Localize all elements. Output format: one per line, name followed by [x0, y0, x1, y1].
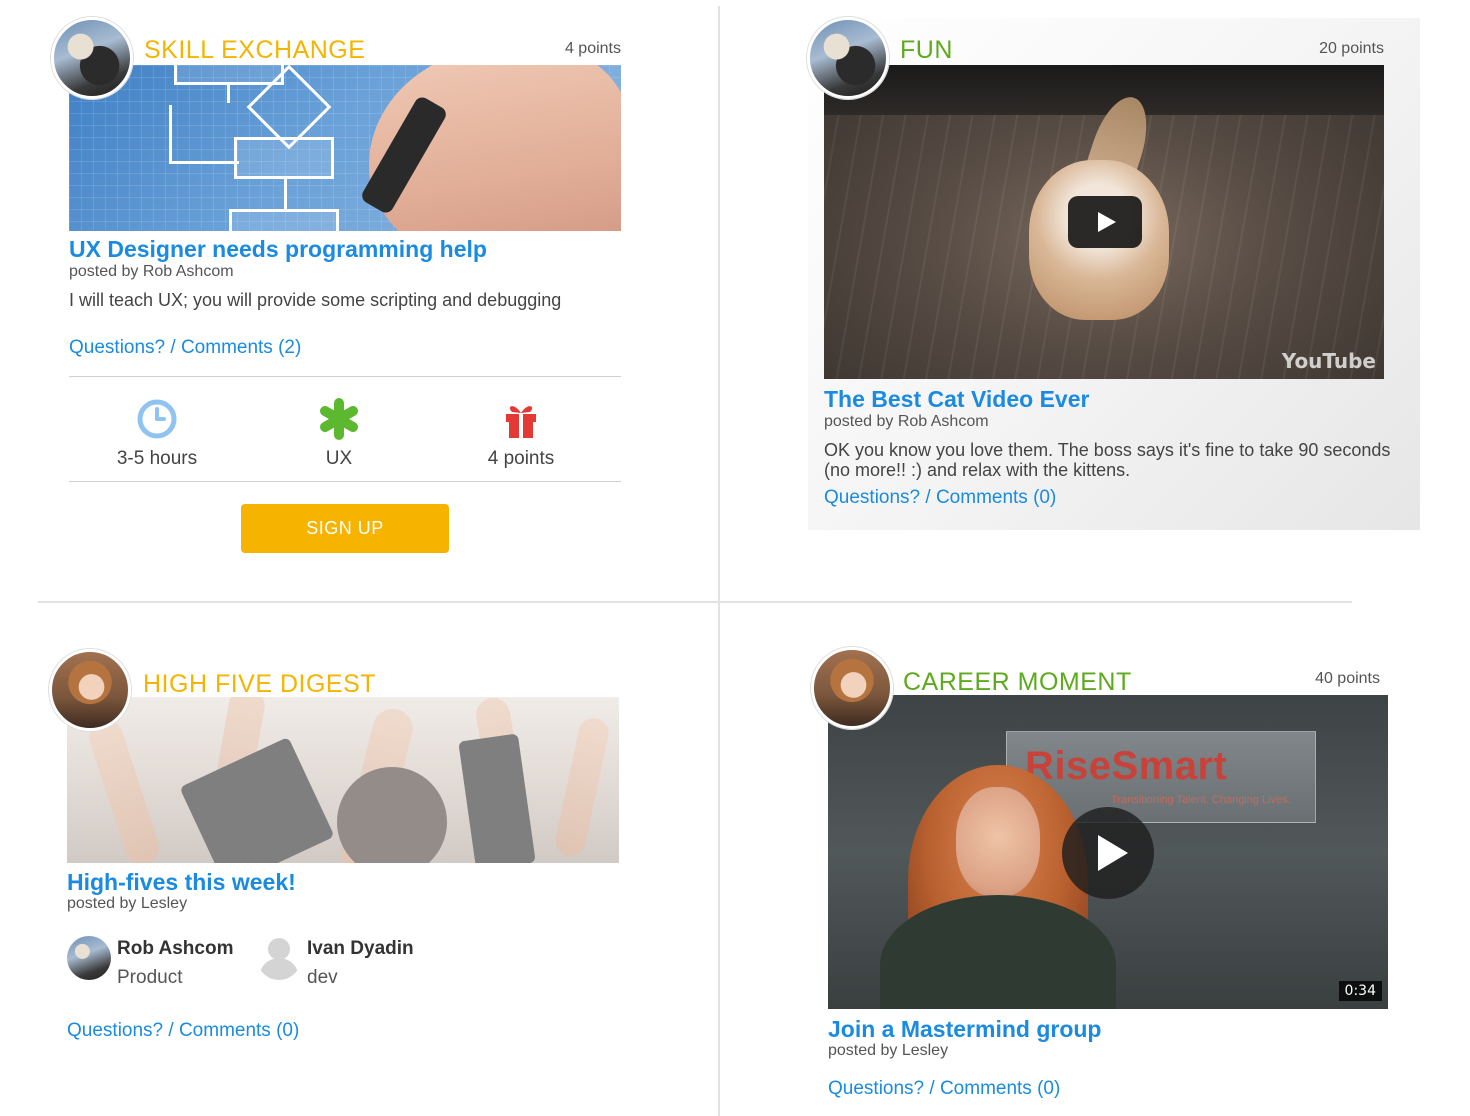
flowchart-line	[169, 161, 239, 164]
clock-icon	[137, 399, 177, 439]
skill-exchange-card: SKILL EXCHANGE 4 points UX Designer need…	[48, 14, 648, 574]
comments-link[interactable]: Questions? / Comments (0)	[828, 1078, 1060, 1100]
sign-up-button[interactable]: SIGN UP	[241, 504, 449, 553]
person-name: Rob Ashcom	[117, 938, 234, 959]
author-avatar[interactable]	[807, 17, 889, 99]
category-label: FUN	[900, 36, 953, 64]
company-logo: RiseSmart	[1025, 744, 1227, 789]
post-title[interactable]: UX Designer needs programming help	[69, 236, 487, 263]
posted-by: posted by Lesley	[67, 895, 188, 912]
image-overlay	[67, 697, 619, 863]
posted-by: posted by Rob Ashcom	[69, 263, 234, 280]
logo-suffix: Smart	[1111, 744, 1228, 788]
company-tagline: Transitioning Talent. Changing Lives.	[1111, 794, 1291, 806]
high-five-person[interactable]: Rob Ashcom Product	[67, 936, 247, 996]
flowchart-line	[227, 85, 230, 103]
flowchart-box	[234, 137, 334, 179]
stat-label: 3-5 hours	[116, 448, 198, 469]
category-label: HIGH FIVE DIGEST	[143, 670, 377, 698]
youtube-logo-icon[interactable]: YouTube	[1282, 349, 1376, 373]
points-badge: 20 points	[1319, 40, 1384, 57]
stat-skill: UX	[264, 398, 414, 470]
stat-label: 4 points	[487, 448, 555, 469]
comments-link[interactable]: Questions? / Comments (2)	[69, 337, 301, 359]
video-player[interactable]: YouTube	[824, 65, 1384, 379]
video-duration: 0:34	[1338, 981, 1382, 1001]
asterisk-icon	[320, 398, 358, 440]
career-moment-card: CAREER MOMENT 40 points RiseSmart Transi…	[808, 644, 1408, 1110]
category-label: CAREER MOMENT	[903, 668, 1132, 696]
comments-link[interactable]: Questions? / Comments (0)	[67, 1020, 299, 1042]
post-description: OK you know you love them. The boss says…	[824, 440, 1391, 480]
flowchart-box	[229, 209, 339, 231]
fun-card: FUN 20 points YouTube The Best Cat Video…	[804, 14, 1424, 534]
stat-label: UX	[325, 448, 353, 469]
category-label: SKILL EXCHANGE	[144, 36, 366, 64]
post-title[interactable]: The Best Cat Video Ever	[824, 386, 1089, 413]
video-background-wall	[824, 65, 1384, 115]
row-divider	[38, 601, 1352, 603]
posted-by: posted by Lesley	[828, 1042, 949, 1059]
author-avatar[interactable]	[51, 17, 133, 99]
flowchart-box	[174, 65, 284, 85]
post-image[interactable]	[69, 65, 621, 231]
presenter-face	[956, 787, 1040, 897]
divider	[69, 481, 621, 482]
person-avatar	[67, 936, 111, 980]
comments-link[interactable]: Questions? / Comments (0)	[824, 487, 1056, 509]
author-avatar[interactable]	[811, 647, 893, 729]
stat-points: 4 points	[446, 398, 596, 470]
play-button-icon[interactable]	[1068, 196, 1142, 248]
column-divider	[718, 6, 720, 1116]
posted-by: posted by Rob Ashcom	[824, 413, 989, 430]
video-player[interactable]: RiseSmart Transitioning Talent. Changing…	[828, 695, 1388, 1009]
person-name: Ivan Dyadin	[307, 938, 414, 959]
divider	[69, 376, 621, 377]
post-title[interactable]: High-fives this week!	[67, 869, 296, 896]
flowchart-line	[284, 179, 287, 209]
gift-icon	[506, 406, 536, 438]
default-avatar-icon	[257, 936, 301, 980]
stat-duration: 3-5 hours	[82, 398, 232, 470]
person-role: dev	[307, 967, 338, 988]
author-avatar[interactable]	[49, 649, 131, 731]
points-badge: 4 points	[564, 40, 621, 57]
flowchart-line	[169, 105, 172, 163]
post-description: I will teach UX; you will provide some s…	[69, 290, 562, 310]
high-five-digest-card: HIGH FIVE DIGEST High-fives this week! p…	[46, 646, 646, 1066]
post-title[interactable]: Join a Mastermind group	[828, 1016, 1101, 1043]
high-five-person[interactable]: Ivan Dyadin dev	[257, 936, 437, 996]
points-badge: 40 points	[1315, 670, 1380, 687]
play-button-icon[interactable]	[1062, 807, 1154, 899]
post-image[interactable]	[67, 697, 619, 863]
person-role: Product	[117, 967, 183, 988]
